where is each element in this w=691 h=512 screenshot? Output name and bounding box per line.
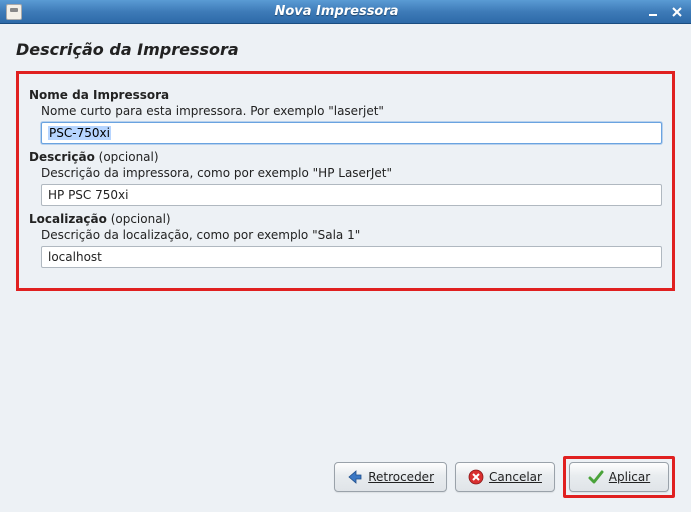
window-controls [645,4,685,20]
close-button[interactable] [669,4,685,20]
window-title: Nova Impressora [28,4,645,19]
location-input[interactable] [41,246,662,268]
apply-label: Aplicar [609,470,650,484]
cancel-icon [468,469,484,485]
arrow-left-icon [347,469,363,485]
printer-name-label: Nome da Impressora [29,88,662,102]
location-label: Localização (opcional) [29,212,662,226]
description-label: Descrição (opcional) [29,150,662,164]
button-bar: Retroceder Cancelar Aplicar [334,456,675,498]
check-icon [588,469,604,485]
description-input[interactable] [41,184,662,206]
apply-button[interactable]: Aplicar [569,462,669,492]
back-button[interactable]: Retroceder [334,462,447,492]
page-title: Descrição da Impressora [16,40,675,59]
minimize-button[interactable] [645,4,661,20]
printer-icon [6,4,22,20]
printer-name-input[interactable]: PSC-750xi [41,122,662,144]
printer-name-help: Nome curto para esta impressora. Por exe… [41,104,662,118]
dialog-content: Descrição da Impressora Nome da Impresso… [0,24,691,512]
description-help: Descrição da impressora, como por exempl… [41,166,662,180]
form-highlight-frame: Nome da Impressora Nome curto para esta … [16,71,675,291]
cancel-label: Cancelar [489,470,542,484]
titlebar: Nova Impressora [0,0,691,24]
cancel-button[interactable]: Cancelar [455,462,555,492]
apply-highlight-frame: Aplicar [563,456,675,498]
location-help: Descrição da localização, como por exemp… [41,228,662,242]
back-label: Retroceder [368,470,434,484]
